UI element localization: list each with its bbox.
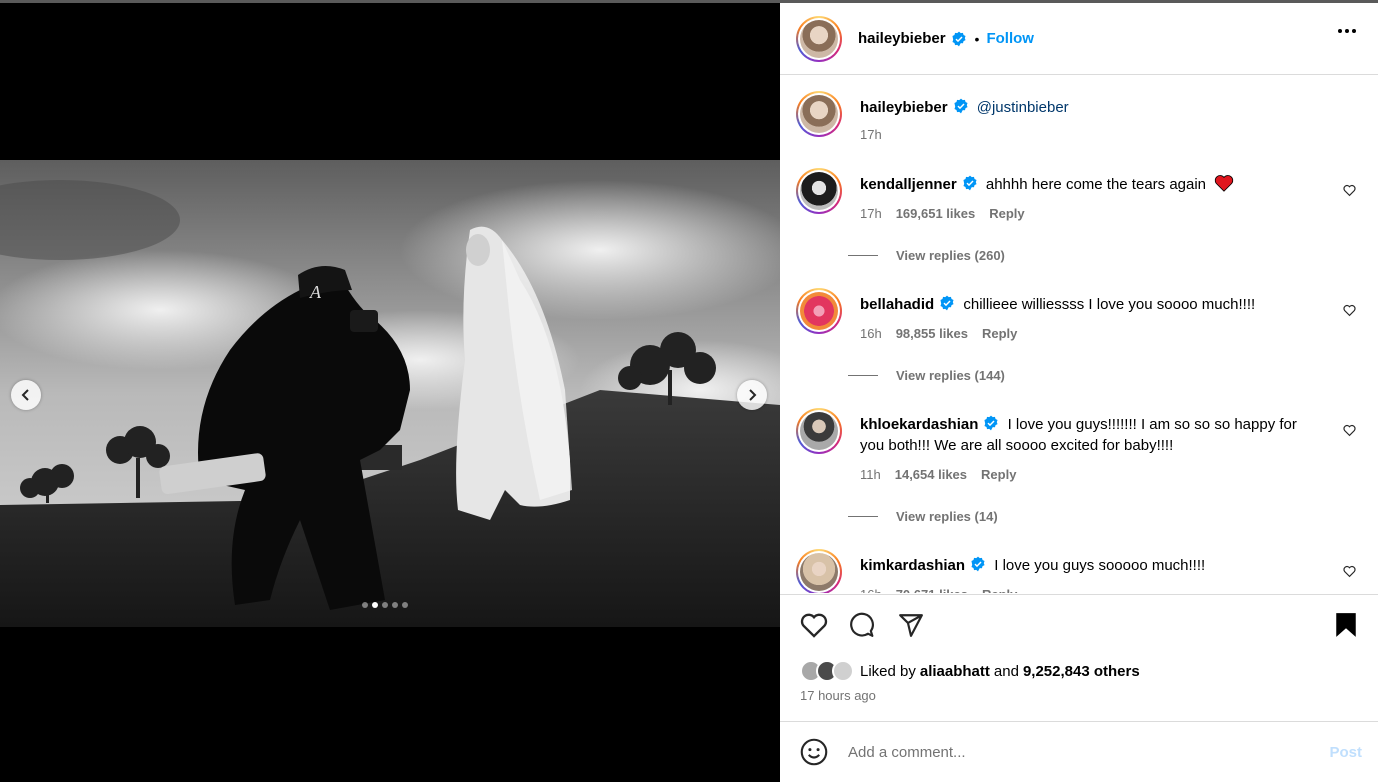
saved-bookmark-icon[interactable] [1334,612,1358,638]
view-replies-button[interactable]: View replies (144) [848,368,1005,383]
post-timestamp[interactable]: 17 hours ago [800,688,876,703]
view-replies-label: View replies (260) [896,248,1005,263]
comment-time[interactable]: 16h [860,323,882,344]
carousel-dot [392,602,398,608]
comment-time[interactable]: 16h [860,584,882,593]
likes-summary: Liked by aliaabhatt and 9,252,843 others [800,660,1140,682]
caption-mention-link[interactable]: @justinbieber [977,99,1069,116]
view-replies-label: View replies (144) [896,368,1005,383]
like-heart-icon[interactable] [800,612,828,638]
liked-by-prefix: Liked by [860,662,916,680]
svg-text:A: A [309,282,322,302]
caption-username[interactable]: haileybieber [860,99,948,116]
comment-avatar[interactable] [796,549,842,593]
comment-avatar[interactable] [796,288,842,334]
comment-like-heart-icon[interactable] [1343,565,1356,578]
verified-badge-icon [984,415,998,431]
comment-likes[interactable]: 98,855 likes [896,323,968,344]
verified-badge-icon [952,31,966,46]
post-media-area: A [0,3,780,782]
comment-avatar[interactable] [796,168,842,214]
liked-by-and: and [993,662,1019,680]
comment-reply-button[interactable]: Reply [981,464,1016,485]
post-header: haileybieber • Follow [780,3,1378,75]
comments-list[interactable]: haileybieber @justinbieber 17h kendallje… [780,75,1378,593]
comment-text: chillieee williessss I love you soooo mu… [963,296,1256,313]
red-heart-emoji-icon [1215,175,1234,192]
liked-by-user-link[interactable]: aliaabhatt [920,663,990,680]
comment-reply-button[interactable]: Reply [982,323,1017,344]
verified-badge-icon [954,98,968,114]
comment-reply-button[interactable]: Reply [982,584,1017,593]
post-photo[interactable]: A [0,160,780,627]
comment-time[interactable]: 17h [860,203,882,224]
photo-illustration: A [0,160,780,627]
caption-author-avatar[interactable] [796,91,842,137]
emoji-smiley-icon[interactable] [800,738,828,766]
carousel-dot [372,602,378,608]
view-replies-button[interactable]: View replies (260) [848,248,1005,263]
comment-avatar[interactable] [796,408,842,454]
comment-like-heart-icon[interactable] [1343,304,1356,317]
carousel-dot [402,602,408,608]
carousel-indicator [362,602,408,608]
comment-text: I love you guys sooooo much!!!! [994,557,1206,574]
comment-likes[interactable]: 70,671 likes [896,584,968,593]
comment-text: ahhhh here come the tears again [985,176,1207,193]
carousel-next-button[interactable] [737,380,767,410]
comment-time[interactable]: 11h [860,464,881,485]
add-comment-input[interactable] [848,743,1308,761]
author-avatar[interactable] [796,15,842,62]
post-comment-button[interactable]: Post [1329,744,1362,761]
comment-username[interactable]: kendalljenner [860,176,957,193]
author-username[interactable]: haileybieber [858,30,946,47]
carousel-dot [362,602,368,608]
chevron-right-icon [749,389,757,401]
comment-username[interactable]: khloekardashian [860,416,978,433]
share-paper-plane-icon[interactable] [898,612,924,638]
carousel-prev-button[interactable] [11,380,41,410]
comment-bubble-icon[interactable] [848,612,875,638]
caption-time[interactable]: 17h [860,124,882,145]
post-side-panel: haileybieber • Follow haileybieber @just… [780,3,1378,782]
chevron-left-icon [21,389,29,401]
post-actions-bar [780,594,1378,657]
comment-likes[interactable]: 169,651 likes [896,203,976,224]
liked-by-avatars[interactable] [800,660,854,682]
verified-badge-icon [940,295,954,311]
comment-composer: Post [780,721,1378,782]
view-replies-label: View replies (14) [896,509,998,524]
header-separator: • [974,30,980,47]
comment-username[interactable]: bellahadid [860,296,934,313]
likes-others-link[interactable]: 9,252,843 others [1023,663,1140,680]
comment-like-heart-icon[interactable] [1343,424,1356,437]
comment-reply-button[interactable]: Reply [989,203,1024,224]
comment-like-heart-icon[interactable] [1343,184,1356,197]
follow-button[interactable]: Follow [986,30,1034,47]
verified-badge-icon [963,175,977,191]
comment-likes[interactable]: 14,654 likes [895,464,967,485]
view-replies-button[interactable]: View replies (14) [848,509,998,524]
carousel-dot [382,602,388,608]
verified-badge-icon [971,556,985,572]
comment-username[interactable]: kimkardashian [860,557,965,574]
more-options-icon[interactable] [1338,29,1356,33]
